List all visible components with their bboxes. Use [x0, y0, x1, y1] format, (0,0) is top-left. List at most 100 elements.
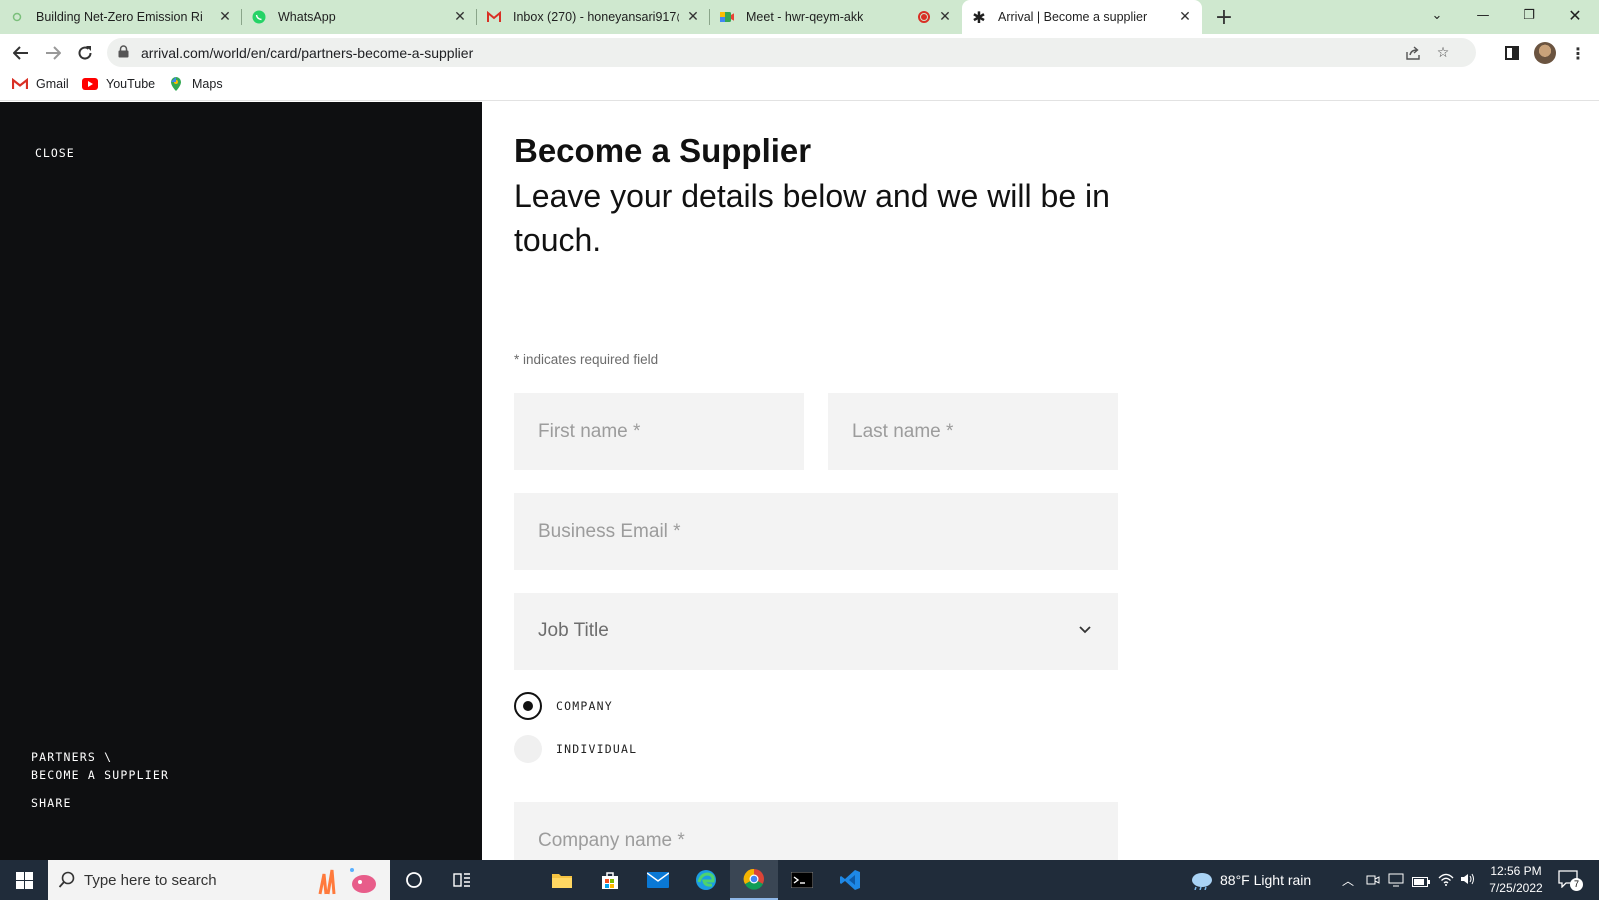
tab-gmail-inbox[interactable]: Inbox (270) - honeyansari917@g ✕ [477, 0, 710, 34]
weather-text[interactable]: 88°F Light rain [1220, 872, 1311, 888]
url-text[interactable]: arrival.com/world/en/card/partners-becom… [141, 45, 473, 61]
lock-icon[interactable] [118, 45, 129, 58]
gmail-icon [487, 10, 501, 24]
chevron-up-icon[interactable]: ︿ [1342, 872, 1354, 889]
bookmark-youtube[interactable]: YouTube [82, 77, 155, 91]
task-view-icon[interactable] [438, 860, 486, 900]
share-link[interactable]: SHARE [31, 796, 72, 810]
notifications-icon[interactable]: 7 [1558, 870, 1583, 891]
bookmark-label: YouTube [106, 77, 156, 91]
mail-icon[interactable] [634, 860, 682, 900]
microsoft-store-icon[interactable] [586, 860, 634, 900]
share-icon[interactable] [1403, 43, 1423, 63]
forward-arrow-icon[interactable] [40, 40, 66, 66]
youtube-icon [82, 77, 98, 91]
close-icon[interactable]: ✕ [684, 8, 702, 26]
bookmark-label: Gmail [36, 77, 69, 91]
close-icon[interactable]: ✕ [1176, 8, 1194, 26]
breadcrumb: PARTNERS \ BECOME A SUPPLIER [31, 748, 169, 784]
tab-title: WhatsApp [278, 10, 336, 24]
business-email-field[interactable] [514, 493, 1118, 570]
battery-icon[interactable] [1412, 874, 1430, 892]
close-icon[interactable]: ✕ [936, 8, 954, 26]
display-icon[interactable] [1388, 873, 1404, 892]
clock-time: 12:56 PM [1490, 864, 1542, 878]
job-title-label: Job Title [538, 620, 609, 641]
radio-company-label: COMPANY [556, 699, 613, 713]
search-placeholder: Type here to search [84, 871, 217, 889]
close-window-button[interactable]: ✕ [1552, 0, 1598, 30]
cortana-icon[interactable] [390, 860, 438, 900]
tab-arrival-supplier[interactable]: ✱ Arrival | Become a supplier ✕ [962, 0, 1202, 34]
edge-browser-icon[interactable] [682, 860, 730, 900]
taskbar-search-box[interactable]: Type here to search [48, 860, 390, 900]
first-name-input[interactable] [514, 393, 804, 470]
page-subtitle: Leave your details below and we will be … [514, 178, 1110, 258]
first-name-field[interactable] [514, 393, 804, 470]
restore-button[interactable]: ❐ [1506, 0, 1552, 30]
bookmark-label: Maps [192, 77, 223, 91]
supplier-form-panel: Become a Supplier Leave your details bel… [482, 102, 1582, 860]
breadcrumb-partners[interactable]: PARTNERS \ [31, 748, 169, 766]
browser-toolbar: arrival.com/world/en/card/partners-becom… [0, 34, 1599, 71]
address-bar[interactable]: arrival.com/world/en/card/partners-becom… [107, 38, 1476, 67]
bookmark-star-icon[interactable]: ☆ [1433, 43, 1453, 63]
tab-building-net-zero[interactable]: Building Net-Zero Emission Ride: ✕ [0, 0, 242, 34]
terminal-icon[interactable] [778, 860, 826, 900]
profile-avatar[interactable] [1534, 42, 1556, 64]
volume-icon[interactable] [1460, 872, 1476, 891]
minimize-button[interactable]: — [1460, 0, 1506, 30]
windows-start-icon[interactable] [0, 860, 48, 900]
last-name-input[interactable] [828, 393, 1118, 470]
file-explorer-icon[interactable] [538, 860, 586, 900]
close-link[interactable]: CLOSE [35, 146, 75, 160]
chevron-down-icon [1078, 623, 1092, 637]
radio-unselected-icon[interactable] [514, 735, 542, 763]
tab-title: Meet - hwr-qeym-akk [746, 10, 864, 24]
meet-tray-icon[interactable] [1366, 873, 1380, 892]
business-email-input[interactable] [514, 493, 1118, 570]
side-panel-icon[interactable] [1500, 41, 1524, 65]
tab-title: Inbox (270) - honeyansari917@g [513, 10, 679, 24]
radio-individual-label: INDIVIDUAL [556, 742, 638, 756]
radio-individual[interactable]: INDIVIDUAL [514, 735, 637, 763]
bookmarks-bar: Gmail YouTube Maps [0, 71, 1599, 101]
radio-selected-icon[interactable] [514, 692, 542, 720]
tab-title: Building Net-Zero Emission Ride: [36, 10, 202, 24]
notification-count-badge: 7 [1570, 878, 1583, 891]
tab-search-icon[interactable]: ⌄ [1414, 0, 1460, 30]
breadcrumb-become-supplier: BECOME A SUPPLIER [31, 768, 170, 782]
page-title: Become a Supplier [514, 132, 812, 169]
meet-icon [720, 10, 734, 24]
windows-taskbar: Type here to search 88°F Light rain ︿ 12… [0, 860, 1599, 900]
tab-whatsapp[interactable]: WhatsApp ✕ [242, 0, 477, 34]
back-arrow-icon[interactable] [8, 40, 34, 66]
vscode-icon[interactable] [826, 860, 874, 900]
close-icon[interactable]: ✕ [451, 8, 469, 26]
clock-date: 7/25/2022 [1489, 881, 1543, 895]
page-scrollbar[interactable] [1582, 102, 1599, 860]
asterisk-icon: ✱ [972, 7, 986, 27]
radio-company[interactable]: COMPANY [514, 692, 613, 720]
chrome-icon[interactable] [730, 860, 778, 900]
reload-icon[interactable] [72, 40, 98, 66]
recording-icon [918, 11, 930, 23]
search-icon [58, 871, 76, 894]
weather-cloud-icon[interactable] [1190, 870, 1214, 895]
wifi-icon[interactable] [1438, 872, 1454, 891]
job-title-select[interactable]: Job Title [514, 593, 1118, 670]
required-field-note: * indicates required field [514, 352, 659, 367]
bookmark-gmail[interactable]: Gmail [12, 77, 69, 91]
company-name-field[interactable] [514, 802, 1118, 860]
company-name-input[interactable] [514, 802, 1118, 860]
clock[interactable]: 12:56 PM 7/25/2022 [1484, 863, 1548, 897]
tab-meet[interactable]: Meet - hwr-qeym-akk ✕ [710, 0, 962, 34]
maps-icon [168, 77, 184, 91]
new-tab-button[interactable]: + [1213, 5, 1235, 30]
last-name-field[interactable] [828, 393, 1118, 470]
bookmark-maps[interactable]: Maps [168, 77, 223, 91]
whatsapp-icon [252, 10, 266, 24]
menu-kebab-icon[interactable]: ⋮ [1566, 41, 1590, 65]
page-content: CLOSE PARTNERS \ BECOME A SUPPLIER SHARE… [0, 102, 1599, 860]
close-icon[interactable]: ✕ [216, 8, 234, 26]
